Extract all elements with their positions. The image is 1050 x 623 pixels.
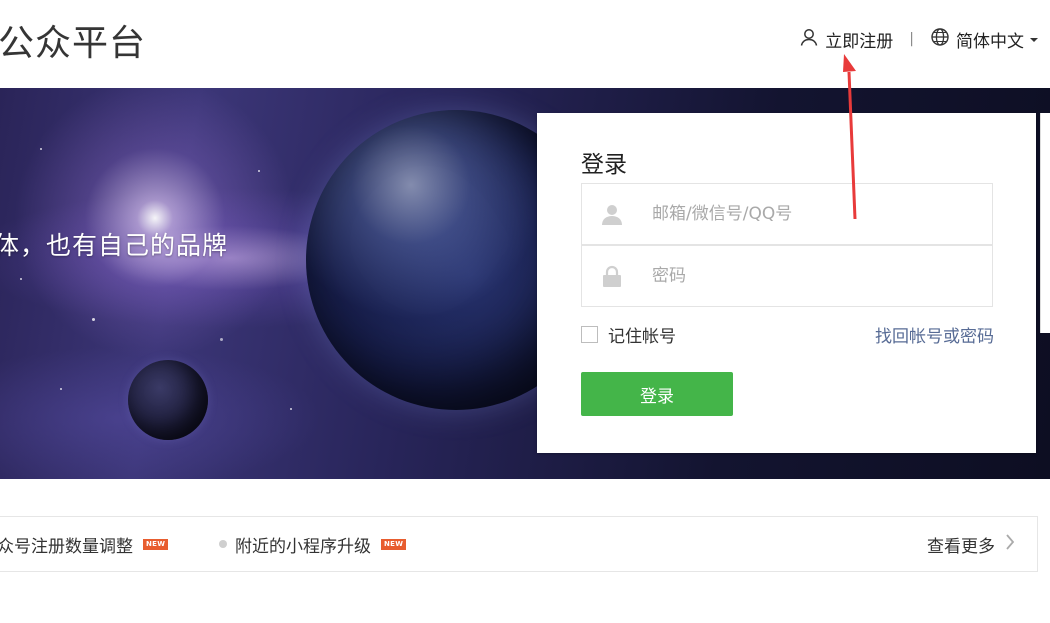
header-separator: | (909, 31, 914, 47)
star-decoration (220, 338, 223, 341)
remember-account[interactable]: 记住帐号 (581, 322, 676, 347)
news-item[interactable]: 众号注册数量调整 NEW (0, 532, 169, 557)
star-decoration (20, 278, 22, 280)
view-more-label: 查看更多 (927, 536, 995, 557)
language-selector[interactable]: 简体中文 (930, 27, 1038, 52)
star-decoration (258, 170, 260, 172)
new-badge: NEW (143, 538, 169, 550)
moon-image (128, 360, 208, 440)
account-field[interactable] (581, 183, 993, 245)
lock-icon (582, 265, 642, 287)
login-title: 登录 (581, 152, 627, 178)
chevron-right-icon (1005, 533, 1015, 555)
login-button[interactable]: 登录 (581, 372, 733, 416)
banner-edge (1040, 113, 1050, 333)
bullet-dot (219, 540, 227, 548)
password-field[interactable] (581, 245, 993, 307)
user-icon (799, 27, 825, 52)
star-decoration (92, 318, 95, 321)
chevron-down-icon (1030, 38, 1038, 42)
news-bar: 众号注册数量调整 NEW 附近的小程序升级 NEW 查看更多 (0, 516, 1038, 572)
star-decoration (60, 388, 62, 390)
login-panel: 登录 记住帐号 找回帐号或密码 登录 (537, 113, 1036, 453)
star-decoration (290, 408, 292, 410)
view-more-link[interactable]: 查看更多 (927, 532, 1015, 557)
banner-slogan: 体，也有自己的品牌 (0, 231, 229, 260)
register-label: 立即注册 (825, 31, 894, 52)
password-input[interactable] (642, 266, 972, 286)
user-icon (582, 203, 642, 225)
news-item[interactable]: 附近的小程序升级 NEW (219, 532, 407, 557)
brand-title: 公众平台 (0, 23, 147, 64)
register-link[interactable]: 立即注册 (799, 27, 893, 52)
forgot-password-link[interactable]: 找回帐号或密码 (875, 322, 994, 347)
globe-icon (930, 27, 956, 52)
account-input[interactable] (642, 204, 972, 224)
login-page: 公众平台 立即注册 | 简体中文 体，也有自己的品牌 登录 邮箱/微信号/QQ号… (0, 0, 1050, 623)
remember-checkbox[interactable] (581, 326, 598, 343)
header-links: 立即注册 | 简体中文 (799, 26, 1038, 52)
news-item-text: 众号注册数量调整 (0, 536, 133, 557)
new-badge: NEW (381, 538, 407, 550)
star-decoration (40, 148, 42, 150)
remember-label: 记住帐号 (608, 327, 676, 347)
language-label: 简体中文 (956, 31, 1024, 52)
news-item-text: 附近的小程序升级 (235, 536, 371, 557)
